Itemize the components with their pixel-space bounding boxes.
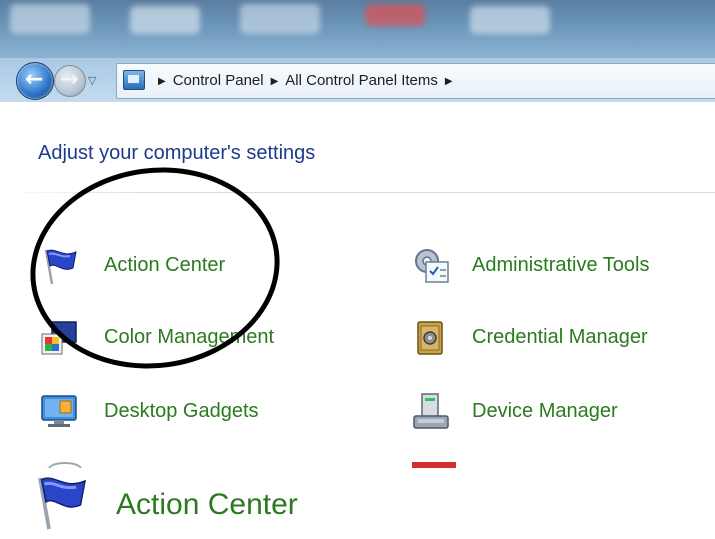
page-title: Adjust your computer's settings [38,142,316,164]
chevron-right-icon[interactable]: ▶ [271,76,279,87]
item-label: Credential Manager [472,326,648,348]
recent-pages-dropdown[interactable]: ▽ [88,74,96,87]
breadcrumb: ▶ Control Panel ▶ All Control Panel Items ▶ [151,72,460,89]
arrow-right-icon: → [60,67,79,92]
chevron-right-icon[interactable]: ▶ [445,76,453,87]
window-titlebar [0,0,715,58]
item-label: Desktop Gadgets [104,400,259,422]
back-button[interactable]: ← [16,62,54,100]
item-label: Device Manager [472,400,618,422]
control-panel-icon [123,70,145,90]
navigation-bar: ← → ▽ ▶ Control Panel ▶ All Control Panel I… [0,58,715,102]
item-label: Administrative Tools [472,254,650,276]
callout-label: Action Center [116,488,298,521]
breadcrumb-all-items[interactable]: All Control Panel Items [285,72,438,89]
gadgets-icon [41,395,77,427]
address-bar[interactable]: ▶ Control Panel ▶ All Control Panel Items ▶ [116,63,715,99]
breadcrumb-control-panel[interactable]: Control Panel [173,72,264,89]
chevron-right-icon[interactable]: ▶ [158,76,166,87]
safe-icon [417,321,443,355]
flag-icon [38,477,86,530]
device-manager-icon [413,393,449,429]
arrow-left-icon: ← [25,67,44,92]
admin-tools-icon [415,249,449,283]
forward-button[interactable]: → [54,65,86,97]
zoom-callout: Action Center [0,468,715,539]
